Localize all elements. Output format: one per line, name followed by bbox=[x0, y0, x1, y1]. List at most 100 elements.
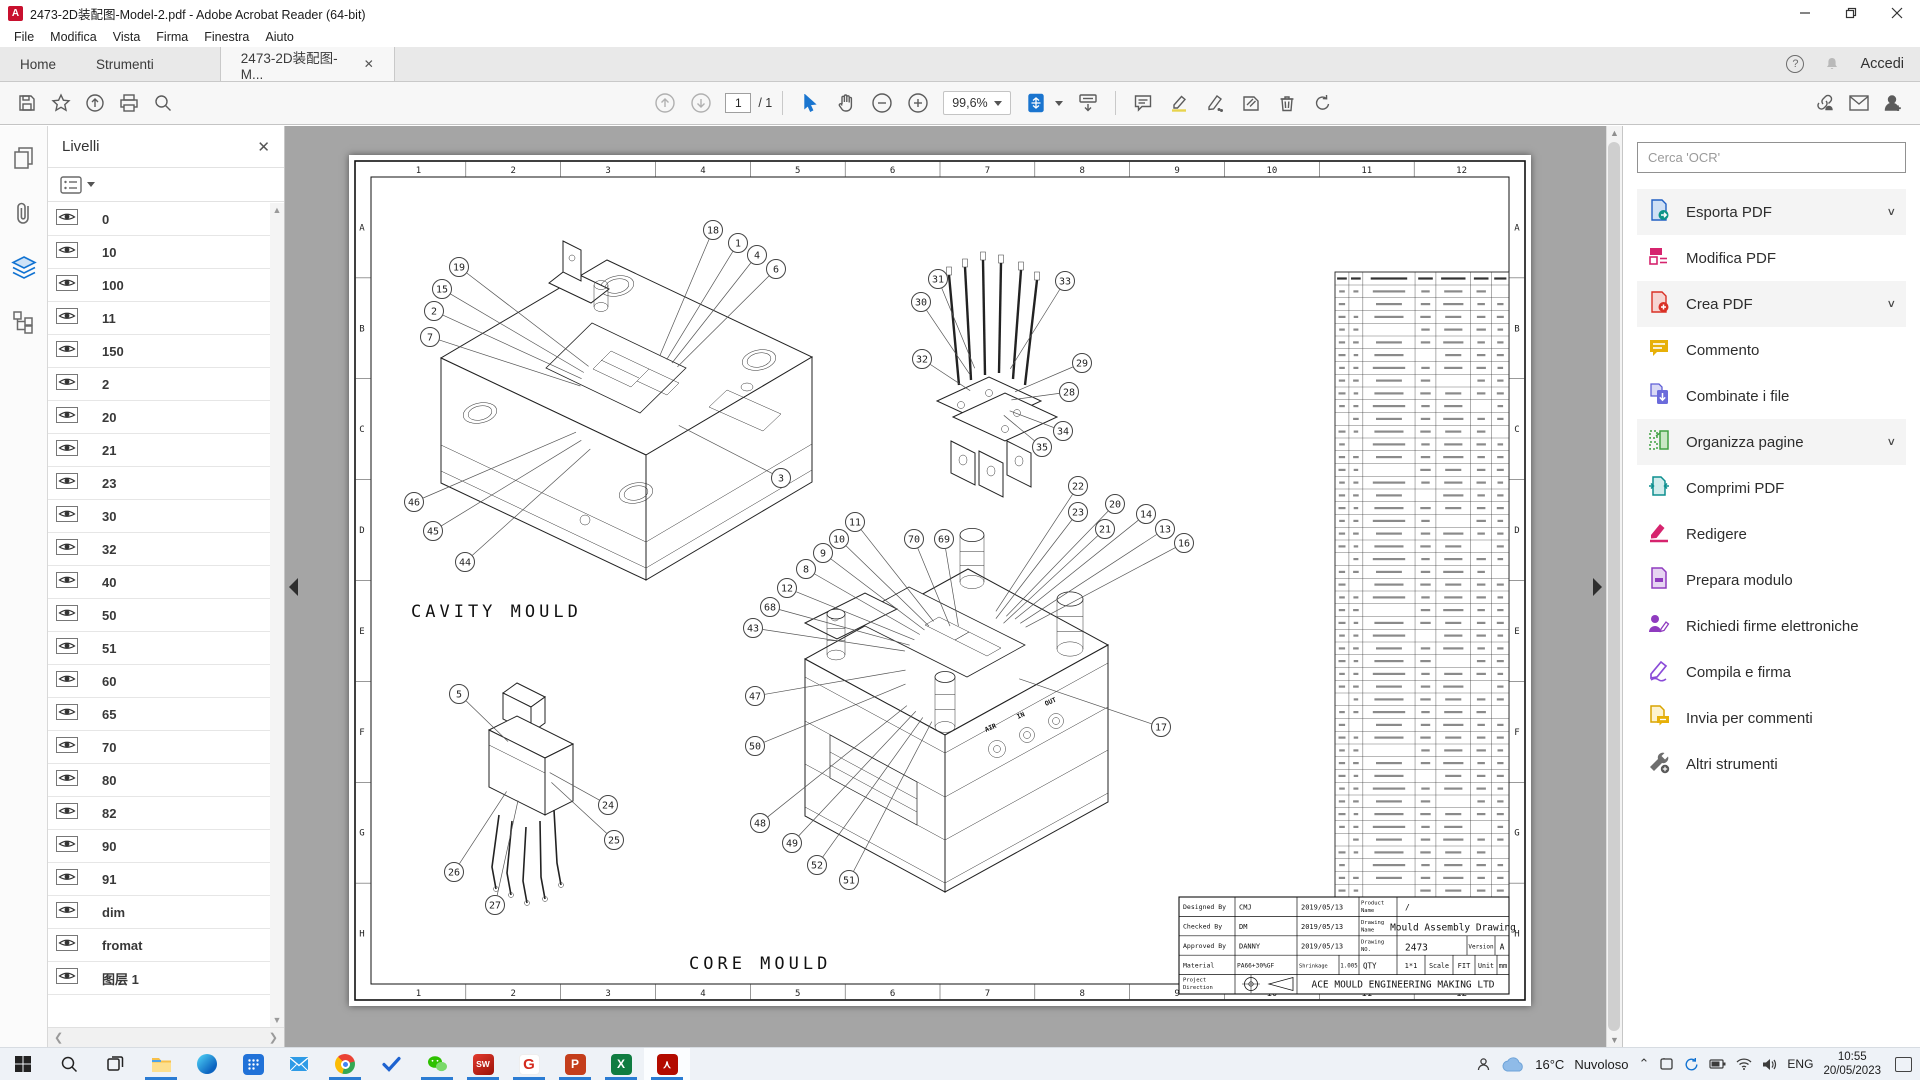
layer-visibility-eye-icon[interactable] bbox=[56, 407, 78, 423]
layer-row[interactable]: dim bbox=[48, 896, 270, 929]
menu-item-vista[interactable]: Vista bbox=[105, 28, 149, 46]
taskbar-task-view-icon[interactable] bbox=[92, 1048, 138, 1080]
tab-home[interactable]: Home bbox=[0, 47, 76, 81]
restore-button[interactable] bbox=[1828, 0, 1874, 26]
layer-visibility-eye-icon[interactable] bbox=[56, 671, 78, 687]
zoom-out-icon[interactable] bbox=[865, 88, 899, 118]
close-button[interactable] bbox=[1874, 0, 1920, 26]
model-tree-icon[interactable] bbox=[12, 310, 36, 334]
fit-page-icon[interactable] bbox=[1019, 88, 1053, 118]
layer-visibility-eye-icon[interactable] bbox=[56, 836, 78, 852]
tool-item-edit-pdf[interactable]: Modifica PDF bbox=[1637, 235, 1906, 281]
layer-visibility-eye-icon[interactable] bbox=[56, 539, 78, 555]
sign-tool-icon[interactable] bbox=[1198, 88, 1232, 118]
layer-options-chevron-icon[interactable] bbox=[87, 182, 95, 187]
layer-row[interactable]: 图层 1 bbox=[48, 962, 270, 995]
email-icon[interactable] bbox=[1842, 88, 1876, 118]
layer-options-icon[interactable] bbox=[60, 176, 82, 194]
scrolling-mode-icon[interactable] bbox=[1071, 88, 1105, 118]
tool-item-redact[interactable]: Redigere bbox=[1637, 511, 1906, 557]
attachments-paperclip-icon[interactable] bbox=[14, 200, 34, 226]
layers-horizontal-scrollbar[interactable]: ❮❯ bbox=[48, 1027, 284, 1047]
taskbar-edge-icon[interactable] bbox=[184, 1048, 230, 1080]
layers-vertical-scrollbar[interactable]: ▲▼ bbox=[270, 203, 284, 1027]
layer-visibility-eye-icon[interactable] bbox=[56, 374, 78, 390]
tray-sync-icon[interactable] bbox=[1684, 1057, 1699, 1072]
document-scrollbar[interactable]: ▲▼ bbox=[1606, 126, 1622, 1047]
layer-visibility-eye-icon[interactable] bbox=[56, 605, 78, 621]
tool-item-prepare-form[interactable]: Prepara modulo bbox=[1637, 557, 1906, 603]
tool-item-request-signatures[interactable]: Richiedi firme elettroniche bbox=[1637, 603, 1906, 649]
save-icon[interactable] bbox=[10, 88, 44, 118]
share-icon[interactable] bbox=[78, 88, 112, 118]
taskbar-file-explorer-icon[interactable] bbox=[138, 1048, 184, 1080]
tab-close-icon[interactable]: ✕ bbox=[364, 57, 374, 71]
collapse-right-panel-icon[interactable] bbox=[1593, 578, 1602, 596]
weather-condition[interactable]: Nuvoloso bbox=[1574, 1057, 1628, 1072]
layer-visibility-eye-icon[interactable] bbox=[56, 704, 78, 720]
layer-row[interactable]: 0 bbox=[48, 203, 270, 236]
layer-row[interactable]: 51 bbox=[48, 632, 270, 665]
weather-temp[interactable]: 16°C bbox=[1535, 1057, 1564, 1072]
layer-visibility-eye-icon[interactable] bbox=[56, 506, 78, 522]
tool-item-comment[interactable]: Commento bbox=[1637, 327, 1906, 373]
tab-strumenti[interactable]: Strumenti bbox=[76, 47, 174, 81]
fit-page-chevron-icon[interactable] bbox=[1055, 101, 1063, 106]
layer-row[interactable]: 30 bbox=[48, 500, 270, 533]
layer-row[interactable]: 90 bbox=[48, 830, 270, 863]
taskbar-todo-check-icon[interactable] bbox=[368, 1048, 414, 1080]
tab-document[interactable]: 2473-2D装配图-M... ✕ bbox=[220, 47, 395, 81]
layer-visibility-eye-icon[interactable] bbox=[56, 935, 78, 951]
layer-visibility-eye-icon[interactable] bbox=[56, 209, 78, 225]
layer-visibility-eye-icon[interactable] bbox=[56, 737, 78, 753]
taskbar-excel-icon[interactable]: X bbox=[598, 1048, 644, 1080]
tool-item-export-pdf[interactable]: Esporta PDF∨ bbox=[1637, 189, 1906, 235]
rotate-tool-icon[interactable] bbox=[1306, 88, 1340, 118]
weather-cloud-icon[interactable] bbox=[1501, 1056, 1525, 1072]
layer-visibility-eye-icon[interactable] bbox=[56, 440, 78, 456]
tool-item-compress-pdf[interactable]: Comprimi PDF bbox=[1637, 465, 1906, 511]
layer-visibility-eye-icon[interactable] bbox=[56, 473, 78, 489]
taskbar-chrome-icon[interactable] bbox=[322, 1048, 368, 1080]
find-icon[interactable] bbox=[146, 88, 180, 118]
taskbar-mail-icon[interactable] bbox=[276, 1048, 322, 1080]
layer-row[interactable]: 82 bbox=[48, 797, 270, 830]
layer-visibility-eye-icon[interactable] bbox=[56, 275, 78, 291]
help-icon[interactable]: ? bbox=[1786, 55, 1804, 73]
layer-visibility-eye-icon[interactable] bbox=[56, 770, 78, 786]
zoom-level-dropdown[interactable]: 99,6% bbox=[943, 91, 1010, 115]
language-indicator[interactable]: ENG bbox=[1787, 1057, 1813, 1071]
layer-visibility-eye-icon[interactable] bbox=[56, 902, 78, 918]
layer-row[interactable]: 21 bbox=[48, 434, 270, 467]
tool-item-more-tools[interactable]: Altri strumenti bbox=[1637, 741, 1906, 787]
layer-row[interactable]: 50 bbox=[48, 599, 270, 632]
star-icon[interactable] bbox=[44, 88, 78, 118]
layer-row[interactable]: 70 bbox=[48, 731, 270, 764]
menu-item-finestra[interactable]: Finestra bbox=[196, 28, 257, 46]
menu-item-firma[interactable]: Firma bbox=[148, 28, 196, 46]
layer-visibility-eye-icon[interactable] bbox=[56, 572, 78, 588]
tray-wifi-icon[interactable] bbox=[1736, 1058, 1752, 1070]
layer-row[interactable]: 32 bbox=[48, 533, 270, 566]
page-number-input[interactable]: 1 bbox=[725, 93, 751, 113]
menu-item-aiuto[interactable]: Aiuto bbox=[257, 28, 302, 46]
action-center-icon[interactable] bbox=[1895, 1057, 1912, 1072]
sign-in-button[interactable]: Accedi bbox=[1860, 56, 1904, 72]
layer-row[interactable]: 150 bbox=[48, 335, 270, 368]
taskbar-search-icon[interactable] bbox=[46, 1048, 92, 1080]
tool-item-organize-pages[interactable]: Organizza pagine∨ bbox=[1637, 419, 1906, 465]
layer-visibility-eye-icon[interactable] bbox=[56, 242, 78, 258]
user-add-icon[interactable] bbox=[1876, 88, 1910, 118]
collapse-left-panel-icon[interactable] bbox=[289, 578, 298, 596]
layer-visibility-eye-icon[interactable] bbox=[56, 869, 78, 885]
layer-row[interactable]: 40 bbox=[48, 566, 270, 599]
pdf-page[interactable]: 112233445566778899101011111212AABBCCDDEE… bbox=[349, 155, 1531, 1006]
select-tool-icon[interactable] bbox=[793, 88, 827, 118]
document-scrollbar-thumb[interactable] bbox=[1608, 142, 1620, 1031]
layer-row[interactable]: 100 bbox=[48, 269, 270, 302]
tool-item-create-pdf[interactable]: Crea PDF∨ bbox=[1637, 281, 1906, 327]
layer-row[interactable]: 60 bbox=[48, 665, 270, 698]
layer-row[interactable]: 10 bbox=[48, 236, 270, 269]
tray-volume-icon[interactable] bbox=[1762, 1058, 1777, 1071]
zoom-in-icon[interactable] bbox=[901, 88, 935, 118]
